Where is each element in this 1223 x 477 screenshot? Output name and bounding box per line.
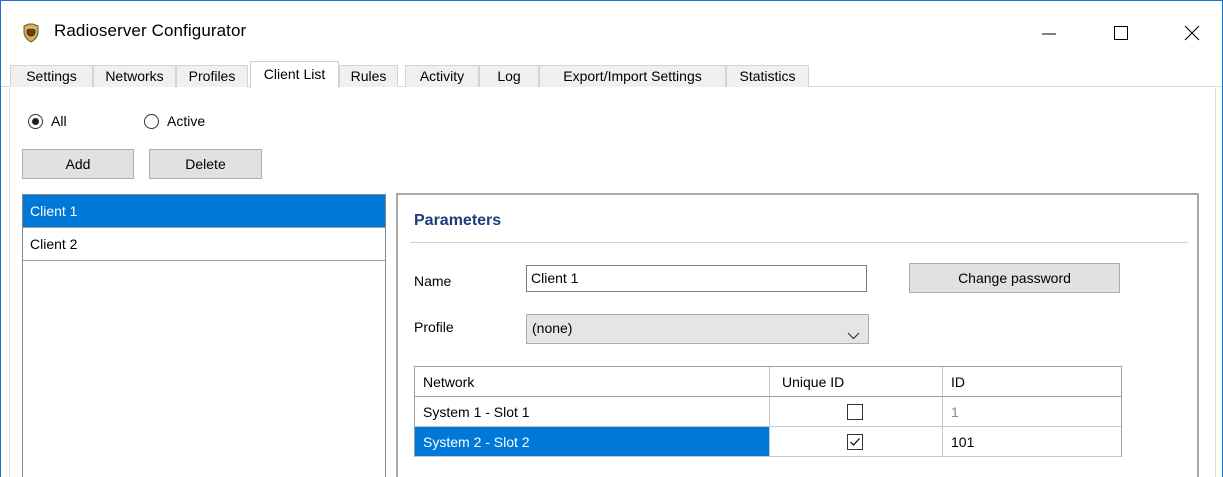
network-cell[interactable]: System 1 - Slot 1 xyxy=(415,397,770,426)
close-button[interactable] xyxy=(1169,15,1215,51)
window-title: Radioserver Configurator xyxy=(54,21,247,40)
client-listbox[interactable]: Client 1 Client 2 xyxy=(22,194,386,477)
grid-header-row: Network Unique ID ID xyxy=(415,367,1121,397)
title-bar[interactable]: Radioserver Configurator xyxy=(1,1,1222,61)
tab-export-import-settings[interactable]: Export/Import Settings xyxy=(539,65,726,87)
parameters-divider xyxy=(410,242,1188,243)
minimize-icon xyxy=(1042,33,1056,35)
network-cell[interactable]: System 2 - Slot 2 xyxy=(415,427,770,456)
id-cell[interactable]: 1 xyxy=(943,397,1121,426)
network-grid: Network Unique ID ID System 1 - Slot 1 1… xyxy=(414,366,1122,457)
app-window: Radioserver Configurator Settings Networ… xyxy=(0,0,1223,477)
tab-rules[interactable]: Rules xyxy=(339,65,398,87)
parameters-title: Parameters xyxy=(414,212,502,229)
unique-id-checkbox[interactable] xyxy=(847,434,863,450)
profile-label: Profile xyxy=(414,319,454,335)
close-icon xyxy=(1184,25,1200,41)
radioserver-app-icon xyxy=(21,23,41,43)
radio-active[interactable]: Active xyxy=(144,111,205,131)
tab-activity[interactable]: Activity xyxy=(405,65,479,87)
tab-log[interactable]: Log xyxy=(479,65,539,87)
radio-unchecked-icon xyxy=(144,113,159,129)
tab-profiles[interactable]: Profiles xyxy=(176,65,248,87)
unique-id-checkbox[interactable] xyxy=(847,404,863,420)
tab-networks[interactable]: Networks xyxy=(93,65,176,87)
radio-all-label: All xyxy=(51,113,67,129)
radio-all[interactable]: All xyxy=(28,111,67,131)
table-row[interactable]: System 1 - Slot 1 1 xyxy=(415,397,1121,427)
table-row[interactable]: System 2 - Slot 2 101 xyxy=(415,427,1121,457)
column-header-unique-id[interactable]: Unique ID xyxy=(770,367,943,396)
change-password-button[interactable]: Change password xyxy=(909,263,1120,293)
column-header-network[interactable]: Network xyxy=(415,367,770,396)
list-item-client-1[interactable]: Client 1 xyxy=(23,195,385,228)
profile-select[interactable]: (none) xyxy=(526,314,869,344)
profile-select-value: (none) xyxy=(532,320,573,336)
minimize-button[interactable] xyxy=(1026,15,1072,51)
name-field[interactable]: Client 1 xyxy=(526,265,867,292)
name-label: Name xyxy=(414,273,452,289)
column-header-id[interactable]: ID xyxy=(943,367,1121,396)
delete-button[interactable]: Delete xyxy=(149,149,262,179)
checkmark-icon xyxy=(850,438,860,446)
chevron-down-icon xyxy=(847,323,860,350)
tab-strip: Settings Networks Profiles Client List R… xyxy=(1,61,1222,88)
id-cell[interactable]: 101 xyxy=(943,427,1121,456)
add-button[interactable]: Add xyxy=(22,149,134,179)
unique-id-cell[interactable] xyxy=(770,427,943,456)
maximize-button[interactable] xyxy=(1098,15,1144,51)
tab-client-list[interactable]: Client List xyxy=(250,61,339,88)
maximize-icon xyxy=(1114,26,1128,40)
radio-checked-icon xyxy=(28,113,43,129)
list-item-client-2[interactable]: Client 2 xyxy=(23,228,385,261)
unique-id-cell[interactable] xyxy=(770,397,943,426)
tab-settings[interactable]: Settings xyxy=(10,65,93,87)
parameters-panel: Parameters Name Client 1 Change password… xyxy=(396,193,1199,477)
radio-active-label: Active xyxy=(167,113,206,129)
tab-statistics[interactable]: Statistics xyxy=(726,65,809,87)
